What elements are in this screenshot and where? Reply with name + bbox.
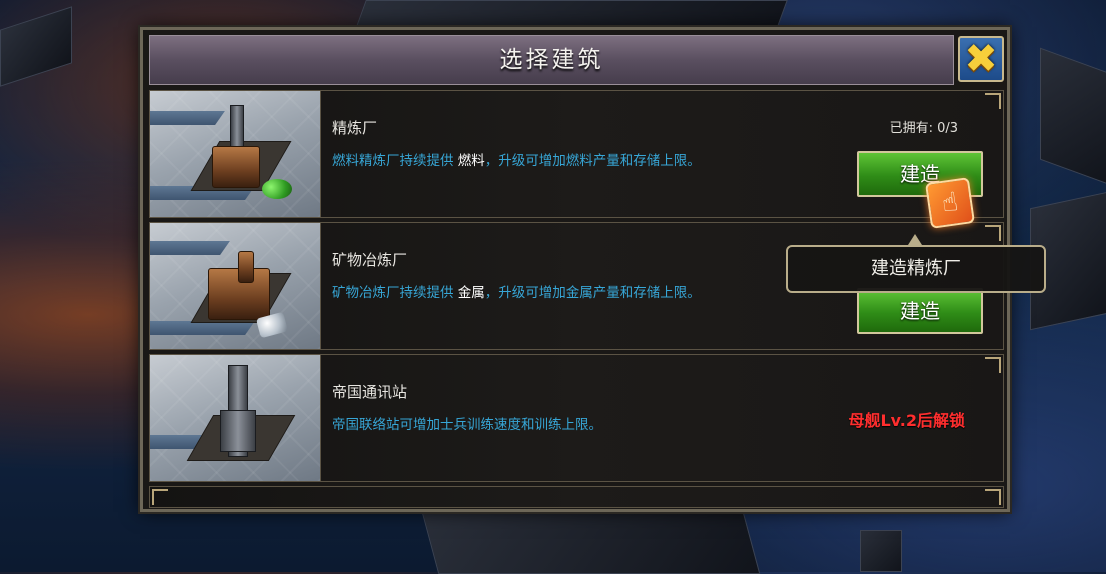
building-description: 燃料精炼厂持续提供 燃料，升级可增加燃料产量和存储上限。 [332, 153, 701, 169]
building-row-refinery: 精炼厂 燃料精炼厂持续提供 燃料，升级可增加燃料产量和存储上限。 已拥有: 0/… [149, 90, 1004, 218]
building-description: 矿物冶炼厂持续提供 金属，升级可增加金属产量和存储上限。 [332, 285, 701, 301]
close-button[interactable]: ✖ [958, 36, 1004, 82]
unlock-requirement: 母舰Lv.2后解锁 [848, 411, 965, 430]
build-smelter-button[interactable]: 建造 [857, 288, 983, 334]
background-spaceship [0, 6, 72, 87]
building-name: 精炼厂 [332, 119, 378, 137]
building-row-comm-station: 帝国通讯站 帝国联络站可增加士兵训练速度和训练上限。 母舰Lv.2后解锁 [149, 354, 1004, 482]
building-list: 精炼厂 燃料精炼厂持续提供 燃料，升级可增加燃料产量和存储上限。 已拥有: 0/… [149, 90, 1004, 508]
comm-station-image [150, 355, 321, 481]
background-spaceship [1040, 47, 1106, 185]
owned-count: 已拥有: 0/3 [889, 121, 958, 136]
building-row-partial [149, 486, 1004, 508]
close-icon: ✖ [964, 36, 998, 82]
background-spaceship [860, 530, 902, 572]
build-refinery-tooltip: 建造精炼厂 [786, 245, 1046, 293]
dialog-title-bar: 选择建筑 [149, 35, 954, 85]
refinery-image [150, 91, 321, 217]
background-spaceship [421, 512, 761, 574]
building-name: 帝国通讯站 [332, 383, 408, 401]
tooltip-arrow [908, 234, 922, 245]
smelter-image [150, 223, 321, 349]
building-name: 矿物冶炼厂 [332, 251, 408, 269]
building-description: 帝国联络站可增加士兵训练速度和训练上限。 [332, 417, 602, 433]
hand-pointer-icon: ☝ [925, 177, 975, 229]
dialog-title: 选择建筑 [499, 47, 604, 73]
